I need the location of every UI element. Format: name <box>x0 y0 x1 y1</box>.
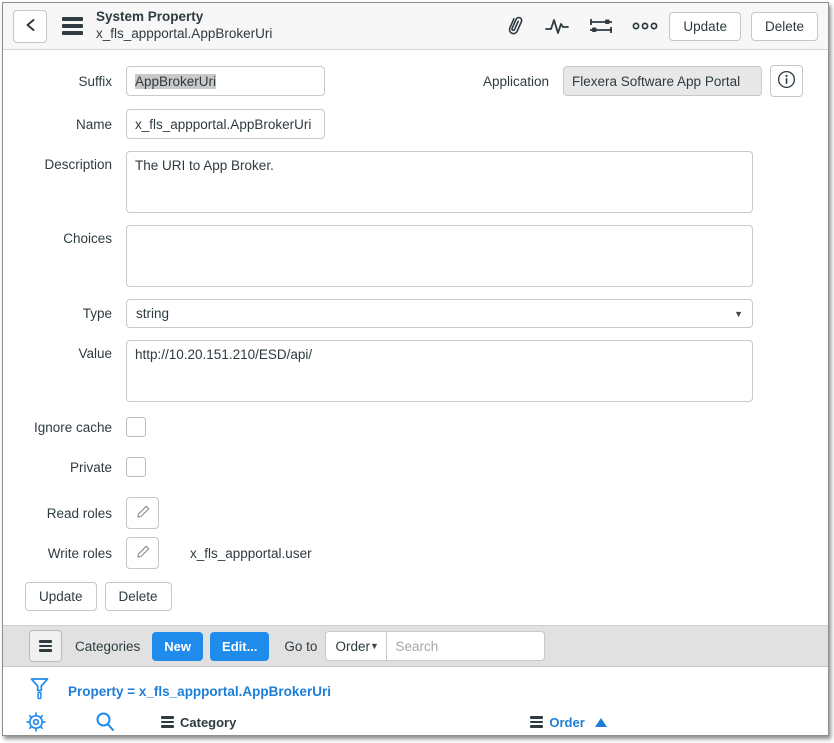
choices-row: Choices <box>3 225 828 287</box>
suffix-value: AppBrokerUri <box>135 74 216 89</box>
chevron-down-icon: ▼ <box>370 641 379 651</box>
type-row: Type string ▼ <box>3 299 828 328</box>
column-label: Order <box>549 715 584 730</box>
description-label: Description <box>3 151 126 172</box>
delete-button-header[interactable]: Delete <box>751 12 818 41</box>
goto-selected-value: Order <box>335 639 370 654</box>
context-menu-icon[interactable] <box>62 14 83 39</box>
ignore-cache-row: Ignore cache <box>3 417 828 437</box>
categories-toolbar: Categories New Edit... Go to Order ▼ <box>3 625 828 667</box>
column-menu-icon[interactable] <box>161 714 174 730</box>
write-roles-value: x_fls_appportal.user <box>190 546 312 561</box>
read-roles-edit-button[interactable] <box>126 497 159 529</box>
ignore-cache-checkbox[interactable] <box>126 417 146 437</box>
chevron-left-icon <box>25 18 36 35</box>
application-group: Application Flexera Software App Portal <box>483 65 828 97</box>
back-button[interactable] <box>13 10 47 43</box>
goto-label: Go to <box>284 639 317 654</box>
list-context-menu-button[interactable] <box>29 630 62 662</box>
private-row: Private <box>3 457 828 477</box>
suffix-input[interactable]: AppBrokerUri <box>126 66 325 96</box>
paperclip-icon[interactable] <box>503 14 525 38</box>
read-roles-label: Read roles <box>3 506 126 521</box>
categories-list-header: Category Order <box>3 708 828 736</box>
write-roles-label: Write roles <box>3 546 126 561</box>
header-actions: Update Delete <box>503 12 818 41</box>
delete-button-footer[interactable]: Delete <box>105 582 172 611</box>
name-row: Name <box>3 109 828 139</box>
new-button[interactable]: New <box>152 632 203 661</box>
edit-button[interactable]: Edit... <box>210 632 269 661</box>
activity-stream-icon[interactable] <box>544 15 570 37</box>
sort-ascending-icon <box>595 718 607 727</box>
filter-funnel-icon[interactable] <box>30 677 49 706</box>
system-property-form: Suffix AppBrokerUri Application Flexera … <box>3 50 828 611</box>
application-label: Application <box>483 74 563 89</box>
type-selected-value: string <box>136 306 169 321</box>
suffix-label: Suffix <box>3 74 126 89</box>
system-property-window: System Property x_fls_appportal.AppBroke… <box>2 2 829 736</box>
name-input[interactable] <box>126 109 325 139</box>
filter-breadcrumb-row: Property = x_fls_appportal.AppBrokerUri <box>3 676 828 707</box>
name-label: Name <box>3 117 126 132</box>
personalize-form-icon[interactable] <box>589 15 613 37</box>
page-title: System Property <box>96 9 272 26</box>
form-header: System Property x_fls_appportal.AppBroke… <box>3 3 828 50</box>
suffix-application-row: Suffix AppBrokerUri Application Flexera … <box>3 65 828 97</box>
value-textarea[interactable]: http://10.20.151.210/ESD/api/ <box>126 340 753 402</box>
chevron-down-icon: ▼ <box>734 309 743 319</box>
update-button-footer[interactable]: Update <box>25 582 97 611</box>
write-roles-row: Write roles x_fls_appportal.user <box>3 537 828 569</box>
record-title-block: System Property x_fls_appportal.AppBroke… <box>96 9 272 43</box>
private-label: Private <box>3 460 126 475</box>
type-label: Type <box>3 306 126 321</box>
column-label: Category <box>180 715 236 730</box>
value-label: Value <box>3 340 126 361</box>
application-info-button[interactable] <box>770 65 803 97</box>
list-personalize-gear-icon[interactable] <box>25 711 47 733</box>
goto-column-select[interactable]: Order ▼ <box>325 631 387 661</box>
update-button-header[interactable]: Update <box>669 12 741 41</box>
pencil-icon <box>135 544 151 563</box>
type-select[interactable]: string ▼ <box>126 299 753 328</box>
write-roles-edit-button[interactable] <box>126 537 159 569</box>
more-options-icon[interactable] <box>632 21 658 31</box>
choices-label: Choices <box>3 225 126 246</box>
column-header-order[interactable]: Order <box>530 714 606 730</box>
pencil-icon <box>135 504 151 523</box>
description-row: Description The URI to App Broker. <box>3 151 828 213</box>
filter-condition-link[interactable]: Property = x_fls_appportal.AppBrokerUri <box>68 684 331 699</box>
list-search-input[interactable] <box>386 631 545 661</box>
column-header-category[interactable]: Category <box>161 714 236 730</box>
info-icon <box>777 70 796 92</box>
description-textarea[interactable]: The URI to App Broker. <box>126 151 753 213</box>
column-menu-icon[interactable] <box>530 714 543 730</box>
form-footer-buttons: Update Delete <box>3 582 828 611</box>
hamburger-icon <box>39 638 52 654</box>
application-field: Flexera Software App Portal <box>563 66 762 96</box>
read-roles-row: Read roles <box>3 497 828 529</box>
related-list-title: Categories <box>75 639 140 654</box>
value-row: Value http://10.20.151.210/ESD/api/ <box>3 340 828 402</box>
choices-textarea[interactable] <box>126 225 753 287</box>
ignore-cache-label: Ignore cache <box>3 420 126 435</box>
record-name: x_fls_appportal.AppBrokerUri <box>96 26 272 43</box>
list-search-icon[interactable] <box>94 711 116 733</box>
private-checkbox[interactable] <box>126 457 146 477</box>
